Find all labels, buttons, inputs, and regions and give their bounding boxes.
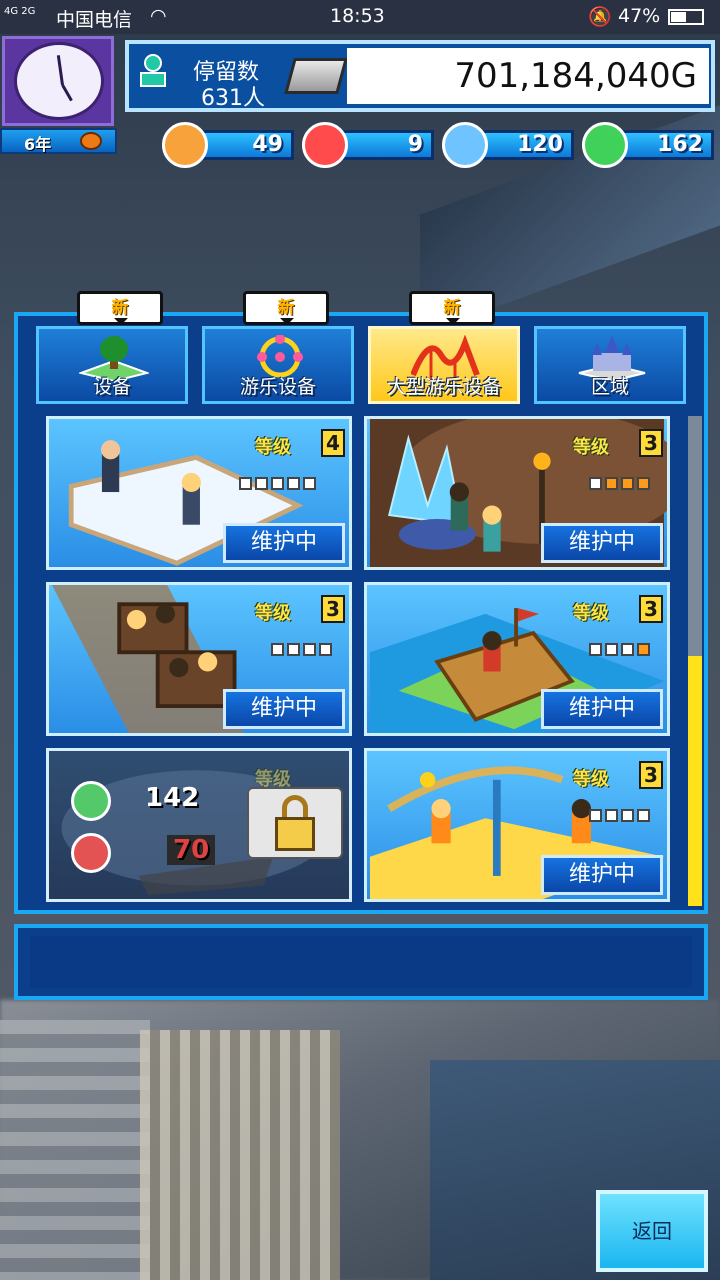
resource-water-value: 120 [478, 130, 574, 160]
back-button[interactable]: 返回 [596, 1190, 708, 1272]
level-label: 等级 [573, 769, 609, 790]
pumpkin-icon [80, 132, 102, 150]
level-value: 3 [639, 595, 663, 623]
tab-label: 大型游乐设备 [386, 376, 501, 398]
wifi-icon: ◠ [150, 5, 167, 27]
level-value: 3 [321, 595, 345, 623]
battery-icon [668, 9, 704, 25]
ride-card[interactable]: 等级 4 维护中 [46, 416, 352, 570]
clock-time: 18:53 [330, 5, 385, 27]
clock-face-icon [14, 42, 104, 120]
green-star-icon [582, 122, 628, 168]
level-label: 等级 [573, 603, 609, 624]
tab-label: 区域 [590, 376, 629, 398]
resource-fire: 9 [302, 122, 440, 168]
tab-facilities[interactable]: 新 设备 [36, 291, 188, 404]
game-clock [2, 36, 114, 126]
maintenance-button[interactable]: 维护中 [541, 855, 663, 895]
fire-icon [302, 122, 348, 168]
build-menu-window: 新 设备 新 游乐设备 新 大型游乐设备 区域 等级 4 维护中 等级 3 维护… [14, 291, 708, 914]
tab-label: 设备 [92, 376, 131, 398]
level-label: 等级 [573, 437, 609, 458]
upgrade-pips [239, 475, 319, 494]
upgrade-pips [589, 807, 653, 826]
silver-bar-icon [284, 58, 348, 94]
tab-areas[interactable]: 区域 [534, 326, 686, 404]
resource-star-value: 162 [618, 130, 714, 160]
resource-orange-value: 49 [198, 130, 294, 160]
maintenance-button[interactable]: 维护中 [223, 523, 345, 563]
ride-list: 等级 4 维护中 等级 3 维护中 等级 3 维护中 等级 3 维护中 等级 1… [40, 416, 676, 904]
signal-indicator: 4G 2G [4, 6, 36, 17]
ride-card[interactable]: 等级 3 维护中 [364, 416, 670, 570]
maintenance-button[interactable]: 维护中 [541, 523, 663, 563]
resource-star: 162 [582, 122, 720, 168]
water-drop-icon [442, 122, 488, 168]
level-value: 4 [321, 429, 345, 457]
level-label: 等级 [255, 603, 291, 624]
tab-large-rides[interactable]: 新 大型游乐设备 [368, 291, 520, 404]
tab-rides[interactable]: 新 游乐设备 [202, 291, 354, 404]
mute-bell-icon: 🔕 [588, 6, 612, 28]
orange-medal-icon [162, 122, 208, 168]
park-info-bar: 停留数 631人 701,184,040G [125, 40, 715, 112]
ride-card-locked[interactable]: 等级 142 70 [46, 748, 352, 902]
unlock-cost-green: 142 [145, 783, 200, 813]
new-badge: 新 [77, 291, 163, 325]
visitors-count: 631人 [201, 86, 265, 111]
resource-fire-value: 9 [338, 130, 434, 160]
upgrade-pips [589, 641, 653, 660]
unlock-cost-red: 70 [167, 835, 216, 865]
resource-water: 120 [442, 122, 580, 168]
status-bar: 4G 2G 中国电信 ◠ 18:53 🔕 47% [0, 0, 720, 34]
level-value: 3 [639, 429, 663, 457]
ride-card[interactable]: 等级 3 维护中 [364, 748, 670, 902]
resource-orange: 49 [162, 122, 300, 168]
year-label: 6年 [24, 135, 52, 154]
upgrade-pips [271, 641, 335, 660]
green-star-icon [71, 781, 111, 821]
maintenance-button[interactable]: 维护中 [223, 689, 345, 729]
upgrade-pips [589, 475, 653, 494]
maintenance-button[interactable]: 维护中 [541, 689, 663, 729]
money-display: 701,184,040G [347, 48, 709, 104]
carrier-label: 中国电信 [56, 9, 133, 31]
description-bar [14, 924, 708, 1000]
new-badge: 新 [409, 291, 495, 325]
money-value: 701,184,040G [454, 56, 697, 96]
ride-card[interactable]: 等级 3 维护中 [364, 582, 670, 736]
level-label: 等级 [255, 437, 291, 458]
scrollbar-thumb[interactable] [688, 656, 702, 906]
visitor-icon [137, 52, 169, 88]
lock-icon [247, 787, 343, 859]
battery-percent: 47% [618, 5, 661, 27]
ride-card[interactable]: 等级 3 维护中 [46, 582, 352, 736]
fire-icon [71, 833, 111, 873]
tab-label: 游乐设备 [239, 376, 316, 398]
level-value: 3 [639, 761, 663, 789]
year-indicator: 6年 [0, 128, 117, 154]
list-scrollbar[interactable] [688, 416, 702, 906]
new-badge: 新 [243, 291, 329, 325]
